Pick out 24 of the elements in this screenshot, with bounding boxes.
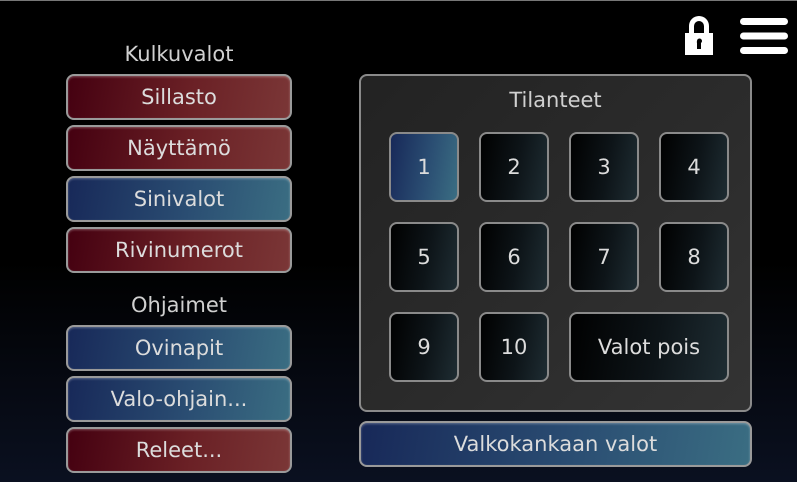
scene-button[interactable]: 6 — [479, 222, 549, 292]
scene-button[interactable]: 7 — [569, 222, 639, 292]
group-heading: Ohjaimet — [130, 292, 228, 319]
scene-button[interactable]: 2 — [479, 132, 549, 202]
scene-button[interactable]: 5 — [389, 222, 459, 292]
toggle-button[interactable]: Sillasto — [66, 74, 292, 120]
scene-button[interactable]: 4 — [659, 132, 729, 202]
toggle-button[interactable]: Sinivalot — [66, 176, 292, 222]
toggle-button[interactable]: Ovinapit — [66, 325, 292, 371]
scene-button[interactable]: 8 — [659, 222, 729, 292]
toggle-button[interactable]: Releet... — [66, 427, 292, 473]
panel-title: Tilanteet — [508, 87, 603, 114]
scene-button[interactable]: 9 — [389, 312, 459, 382]
scene-button[interactable]: 3 — [569, 132, 639, 202]
menu-icon[interactable] — [740, 18, 788, 54]
group-heading: Kulkuvalot — [124, 41, 234, 68]
scene-button[interactable]: 10 — [479, 312, 549, 382]
toggle-button[interactable]: Rivinumerot — [66, 227, 292, 273]
scene-button[interactable]: 1 — [389, 132, 459, 202]
toggle-button[interactable]: Valo-ohjain... — [66, 376, 292, 422]
lock-icon[interactable] — [683, 15, 715, 55]
scene-button[interactable]: Valot pois — [569, 312, 729, 382]
screen-lights-button[interactable]: Valkokankaan valot — [359, 421, 752, 467]
toggle-button[interactable]: Näyttämö — [66, 125, 292, 171]
